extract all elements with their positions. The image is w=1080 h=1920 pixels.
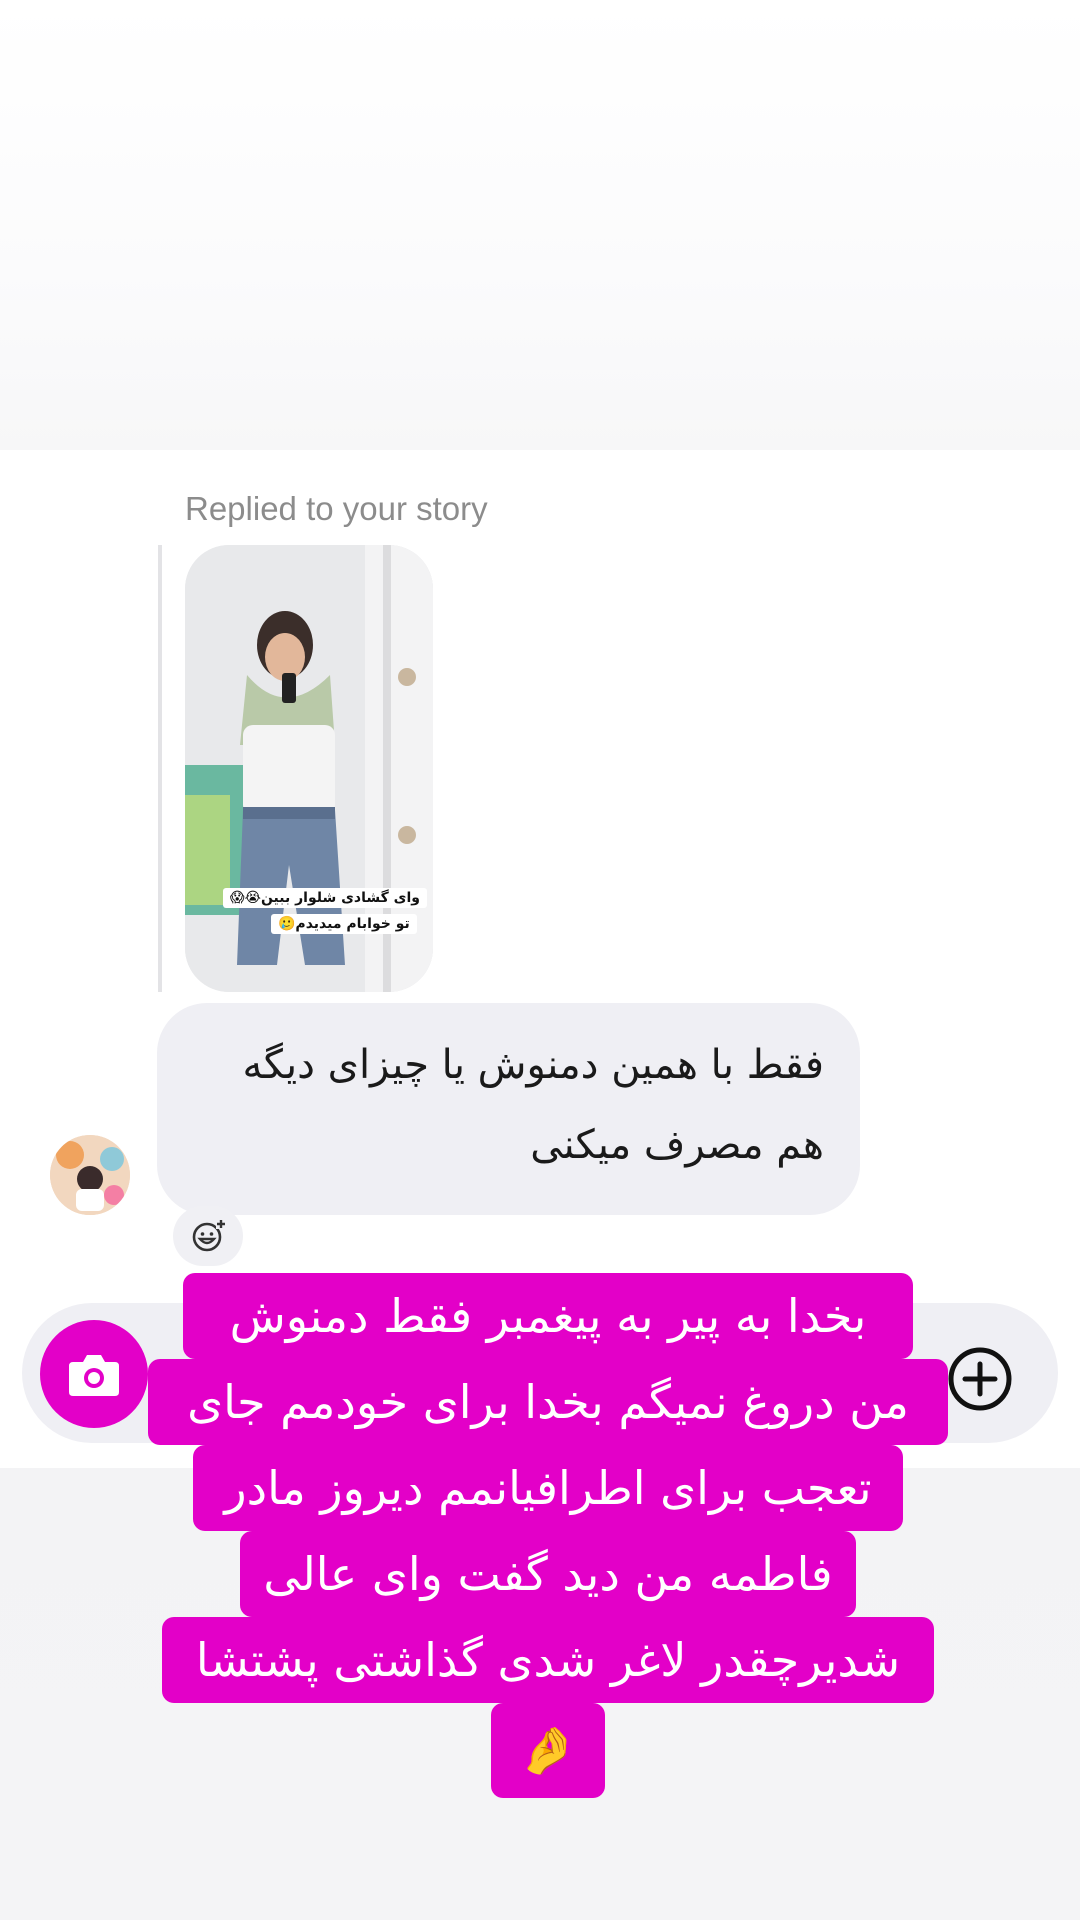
story-caption: تو خوابام میدیدم🥲 — [271, 914, 417, 934]
camera-icon — [69, 1355, 119, 1396]
empty-top-area — [0, 0, 1080, 450]
avatar[interactable] — [50, 1135, 130, 1215]
overlay-text-line: من دروغ نمیگم بخدا برای خودمم جای — [148, 1359, 948, 1445]
plus-circle-icon — [948, 1347, 1012, 1411]
add-reaction-icon — [192, 1219, 226, 1252]
overlay-text-line: فاطمه من دید گفت وای عالی — [240, 1531, 856, 1617]
add-attachment-button[interactable] — [946, 1345, 1014, 1413]
story-thumbnail[interactable]: وای گشادی شلوار ببین😭😱 تو خوابام میدیدم🥲 — [185, 545, 433, 992]
camera-button[interactable] — [40, 1320, 148, 1428]
overlay-text-line: تعجب برای اطرافیانمم دیروز مادر — [193, 1445, 903, 1531]
overlay-text-line: بخدا به پیر به پیغمبر فقط دمنوش — [183, 1273, 913, 1359]
add-reaction-button[interactable] — [173, 1206, 243, 1266]
avatar-image — [50, 1135, 130, 1215]
overlay-text-line: شدیرچقدر لاغر شدی گذاشتی پشتشا — [162, 1617, 934, 1703]
story-reply-indicator — [158, 545, 162, 992]
overlay-emoji: 🤌 — [491, 1703, 605, 1798]
story-reply-label: Replied to your story — [185, 490, 488, 527]
story-caption: وای گشادی شلوار ببین😭😱 — [223, 888, 427, 908]
message-bubble[interactable]: فقط با همین دمنوش یا چیزای دیگه هم مصرف … — [157, 1003, 860, 1215]
